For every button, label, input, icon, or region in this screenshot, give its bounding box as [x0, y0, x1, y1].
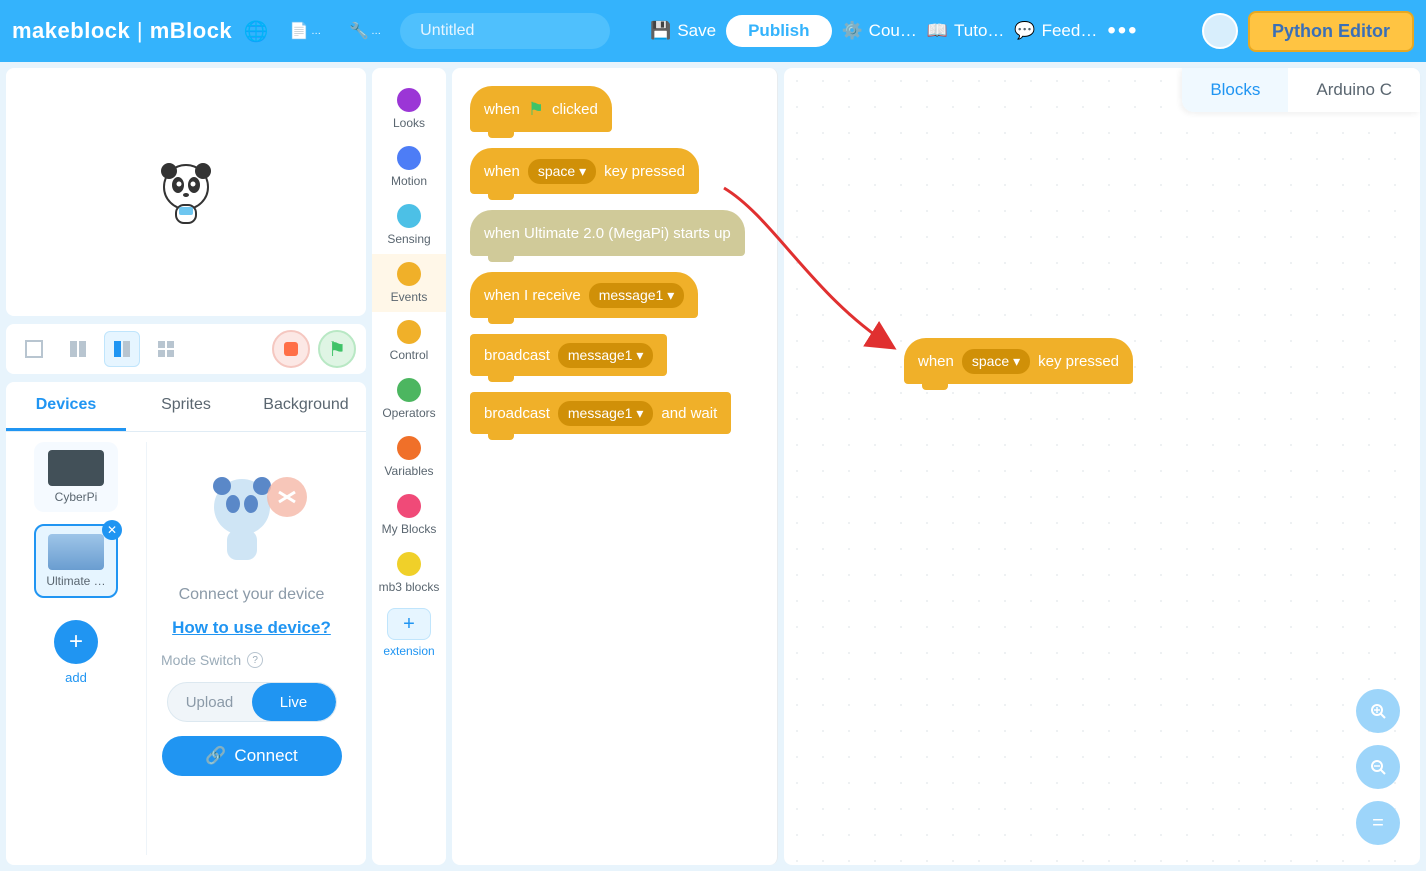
panda-sprite[interactable] — [151, 157, 221, 227]
category-sensing[interactable]: Sensing — [372, 196, 446, 254]
left-column: ⚑ Devices Sprites Background CyberPi ✕ U — [6, 68, 366, 865]
category-events[interactable]: Events — [372, 254, 446, 312]
zoom-in-button[interactable] — [1356, 689, 1400, 733]
key-dropdown[interactable]: space ▾ — [962, 349, 1030, 374]
block-broadcast-and-wait[interactable]: broadcast message1 ▾ and wait — [470, 392, 731, 434]
topbar: makeblock | mBlock 🌐 📄… 🔧… Untitled 💾 Sa… — [0, 0, 1426, 62]
device-cyberpi[interactable]: CyberPi — [34, 442, 118, 512]
extension-button[interactable]: + — [387, 608, 431, 640]
canvas-block-when-key-pressed[interactable]: when space ▾ key pressed — [904, 338, 1133, 384]
category-mb3-blocks[interactable]: mb3 blocks — [372, 544, 446, 602]
fullscreen-button[interactable] — [16, 331, 52, 367]
device-info: Connect your device How to use device? M… — [146, 442, 356, 855]
layout-split-button[interactable] — [60, 331, 96, 367]
courses-button[interactable]: ⚙️ Cou… — [842, 21, 917, 41]
devices-body: CyberPi ✕ Ultimate … + add — [6, 432, 366, 865]
main-area: ⚑ Devices Sprites Background CyberPi ✕ U — [0, 62, 1426, 871]
publish-button[interactable]: Publish — [726, 15, 831, 47]
stage-controls: ⚑ — [6, 324, 366, 374]
category-motion[interactable]: Motion — [372, 138, 446, 196]
device-list: CyberPi ✕ Ultimate … + add — [16, 442, 136, 855]
file-menu[interactable]: 📄… — [280, 21, 330, 41]
block-when-key-pressed[interactable]: when space ▾ key pressed — [470, 148, 699, 194]
feedback-button[interactable]: 💬 Feed… — [1014, 21, 1097, 41]
save-button[interactable]: 💾 Save — [650, 21, 716, 41]
tab-background[interactable]: Background — [246, 382, 366, 431]
link-icon: 🔗 — [205, 746, 226, 766]
user-avatar[interactable] — [1202, 13, 1238, 49]
stop-button[interactable] — [272, 330, 310, 368]
category-my-blocks[interactable]: My Blocks — [372, 486, 446, 544]
category-variables[interactable]: Variables — [372, 428, 446, 486]
edit-menu[interactable]: 🔧… — [340, 21, 390, 41]
tab-arduino[interactable]: Arduino C — [1288, 68, 1420, 112]
block-when-i-receive[interactable]: when I receive message1 ▾ — [470, 272, 698, 318]
block-when-flag-clicked[interactable]: when ⚑ clicked — [470, 86, 612, 132]
stage — [6, 68, 366, 316]
connect-button[interactable]: 🔗 Connect — [162, 736, 342, 776]
add-label: add — [65, 670, 87, 685]
block-when-starts-up[interactable]: when Ultimate 2.0 (MegaPi) starts up — [470, 210, 745, 256]
mode-upload[interactable]: Upload — [168, 683, 252, 721]
mode-live[interactable]: Live — [252, 683, 336, 721]
asset-panel: Devices Sprites Background CyberPi ✕ Ult… — [6, 382, 366, 865]
code-tabs: Blocks Arduino C — [1182, 68, 1420, 112]
block-palette: when ⚑ clicked when space ▾ key pressed … — [452, 68, 778, 865]
device-ultimate[interactable]: ✕ Ultimate … — [34, 524, 118, 598]
layout-grid-button[interactable] — [148, 331, 184, 367]
category-control[interactable]: Control — [372, 312, 446, 370]
more-menu[interactable]: ••• — [1107, 17, 1138, 45]
zoom-reset-button[interactable]: = — [1356, 801, 1400, 845]
zoom-out-button[interactable] — [1356, 745, 1400, 789]
brand-logo: makeblock | mBlock — [12, 18, 232, 44]
close-icon[interactable]: ✕ — [102, 520, 122, 540]
green-flag-button[interactable]: ⚑ — [318, 330, 356, 368]
device-illustration — [187, 462, 317, 572]
globe-icon[interactable]: 🌐 — [242, 17, 270, 45]
project-name-input[interactable]: Untitled — [400, 13, 610, 49]
tab-sprites[interactable]: Sprites — [126, 382, 246, 431]
tab-blocks[interactable]: Blocks — [1182, 68, 1288, 112]
connect-message: Connect your device — [179, 586, 325, 604]
howto-link[interactable]: How to use device? — [172, 618, 331, 638]
script-canvas[interactable]: Blocks Arduino C when space ▾ key presse… — [784, 68, 1420, 865]
block-broadcast[interactable]: broadcast message1 ▾ — [470, 334, 667, 376]
category-looks[interactable]: Looks — [372, 80, 446, 138]
message-dropdown[interactable]: message1 ▾ — [558, 401, 654, 426]
asset-tabs: Devices Sprites Background — [6, 382, 366, 432]
mode-switch[interactable]: Upload Live — [167, 682, 337, 722]
message-dropdown[interactable]: message1 ▾ — [589, 283, 685, 308]
zoom-controls: = — [1356, 689, 1400, 845]
green-flag-icon: ⚑ — [528, 99, 544, 120]
layout-side-button[interactable] — [104, 331, 140, 367]
add-device-button[interactable]: + — [54, 620, 98, 664]
message-dropdown[interactable]: message1 ▾ — [558, 343, 654, 368]
extension-label: extension — [383, 644, 434, 658]
category-operators[interactable]: Operators — [372, 370, 446, 428]
mode-switch-label: Mode Switch ? — [161, 652, 263, 668]
tutorials-button[interactable]: 📖 Tuto… — [927, 21, 1005, 41]
key-dropdown[interactable]: space ▾ — [528, 159, 596, 184]
tab-devices[interactable]: Devices — [6, 382, 126, 431]
category-column: LooksMotionSensingEventsControlOperators… — [372, 68, 446, 865]
help-icon[interactable]: ? — [247, 652, 263, 668]
python-editor-button[interactable]: Python Editor — [1248, 11, 1414, 52]
